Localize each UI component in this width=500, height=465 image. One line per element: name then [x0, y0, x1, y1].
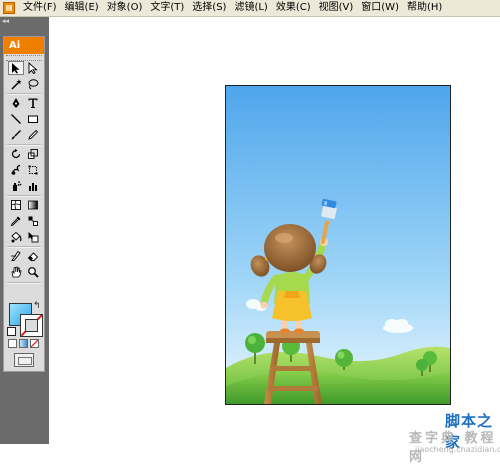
swap-fill-stroke-icon[interactable]: ↰ — [33, 301, 41, 311]
toolbox-divider — [7, 144, 41, 146]
scale-tool-icon[interactable] — [25, 147, 41, 161]
symbol-sprayer-tool-icon[interactable] — [8, 179, 24, 193]
line-tool-icon[interactable] — [8, 112, 24, 126]
selection-tool-icon[interactable] — [8, 61, 24, 75]
menu-effect[interactable]: 效果(C) — [272, 0, 315, 16]
color-mode-button[interactable] — [8, 339, 17, 348]
zoom-tool-icon[interactable] — [25, 265, 41, 279]
app-icon[interactable] — [3, 2, 15, 14]
stroke-color-swatch[interactable] — [20, 314, 43, 337]
direct-selection-tool-icon[interactable] — [25, 61, 41, 75]
toolbox-divider — [7, 246, 41, 248]
lasso-tool-icon[interactable] — [25, 77, 41, 91]
paintbrush-tool-icon[interactable] — [8, 128, 24, 142]
menu-file[interactable]: 文件(F) — [19, 0, 61, 16]
menu-help[interactable]: 帮助(H) — [403, 0, 446, 16]
gradient-mode-button[interactable] — [19, 339, 28, 348]
app-logo: Ai — [4, 37, 44, 54]
magic-wand-tool-icon[interactable] — [8, 77, 24, 91]
menu-edit[interactable]: 编辑(E) — [61, 0, 103, 16]
mesh-tool-icon[interactable] — [8, 198, 24, 212]
hand-tool-icon[interactable] — [8, 265, 24, 279]
menu-window[interactable]: 窗口(W) — [357, 0, 403, 16]
column-graph-tool-icon[interactable] — [25, 179, 41, 193]
rotate-tool-icon[interactable] — [8, 147, 24, 161]
warp-tool-icon[interactable] — [8, 163, 24, 177]
pen-tool-icon[interactable] — [8, 96, 24, 110]
toolbox: Ai ↰ — [3, 36, 45, 372]
rectangle-tool-icon[interactable] — [25, 112, 41, 126]
eraser-tool-icon[interactable] — [25, 249, 41, 263]
toolbox-divider — [7, 93, 41, 95]
none-mode-button[interactable] — [30, 339, 39, 348]
eyedropper-tool-icon[interactable] — [8, 214, 24, 228]
menu-bar: 文件(F) 编辑(E) 对象(O) 文字(T) 选择(S) 滤镜(L) 效果(C… — [0, 0, 500, 17]
free-transform-tool-icon[interactable] — [25, 163, 41, 177]
slice-tool-icon[interactable] — [8, 249, 24, 263]
default-colors-icon[interactable] — [7, 327, 16, 336]
menu-select[interactable]: 选择(S) — [188, 0, 230, 16]
menu-filter[interactable]: 滤镜(L) — [230, 0, 271, 16]
screen-mode-button[interactable] — [14, 353, 34, 367]
menu-view[interactable]: 视图(V) — [315, 0, 358, 16]
pencil-tool-icon[interactable] — [25, 128, 41, 142]
watermark-url: jiaocheng.chazidian.com — [415, 445, 500, 454]
live-paint-selection-tool-icon[interactable] — [25, 230, 41, 244]
menu-type[interactable]: 文字(T) — [146, 0, 188, 16]
toolbox-divider — [7, 282, 41, 284]
tools-panel: ◂◂ Ai ↰ — [0, 17, 49, 444]
collapse-panel-button[interactable]: ◂◂ — [2, 17, 47, 26]
type-tool-icon[interactable] — [25, 96, 41, 110]
toolbox-divider — [7, 195, 41, 197]
gradient-tool-icon[interactable] — [25, 198, 41, 212]
live-paint-bucket-tool-icon[interactable] — [8, 230, 24, 244]
blend-tool-icon[interactable] — [25, 214, 41, 228]
menu-object[interactable]: 对象(O) — [103, 0, 147, 16]
artboard[interactable] — [225, 85, 451, 405]
artwork-illustration — [226, 86, 450, 404]
workspace: 脚本之家 查字典 教程网 jiaocheng.chazidian.com — [49, 17, 500, 465]
